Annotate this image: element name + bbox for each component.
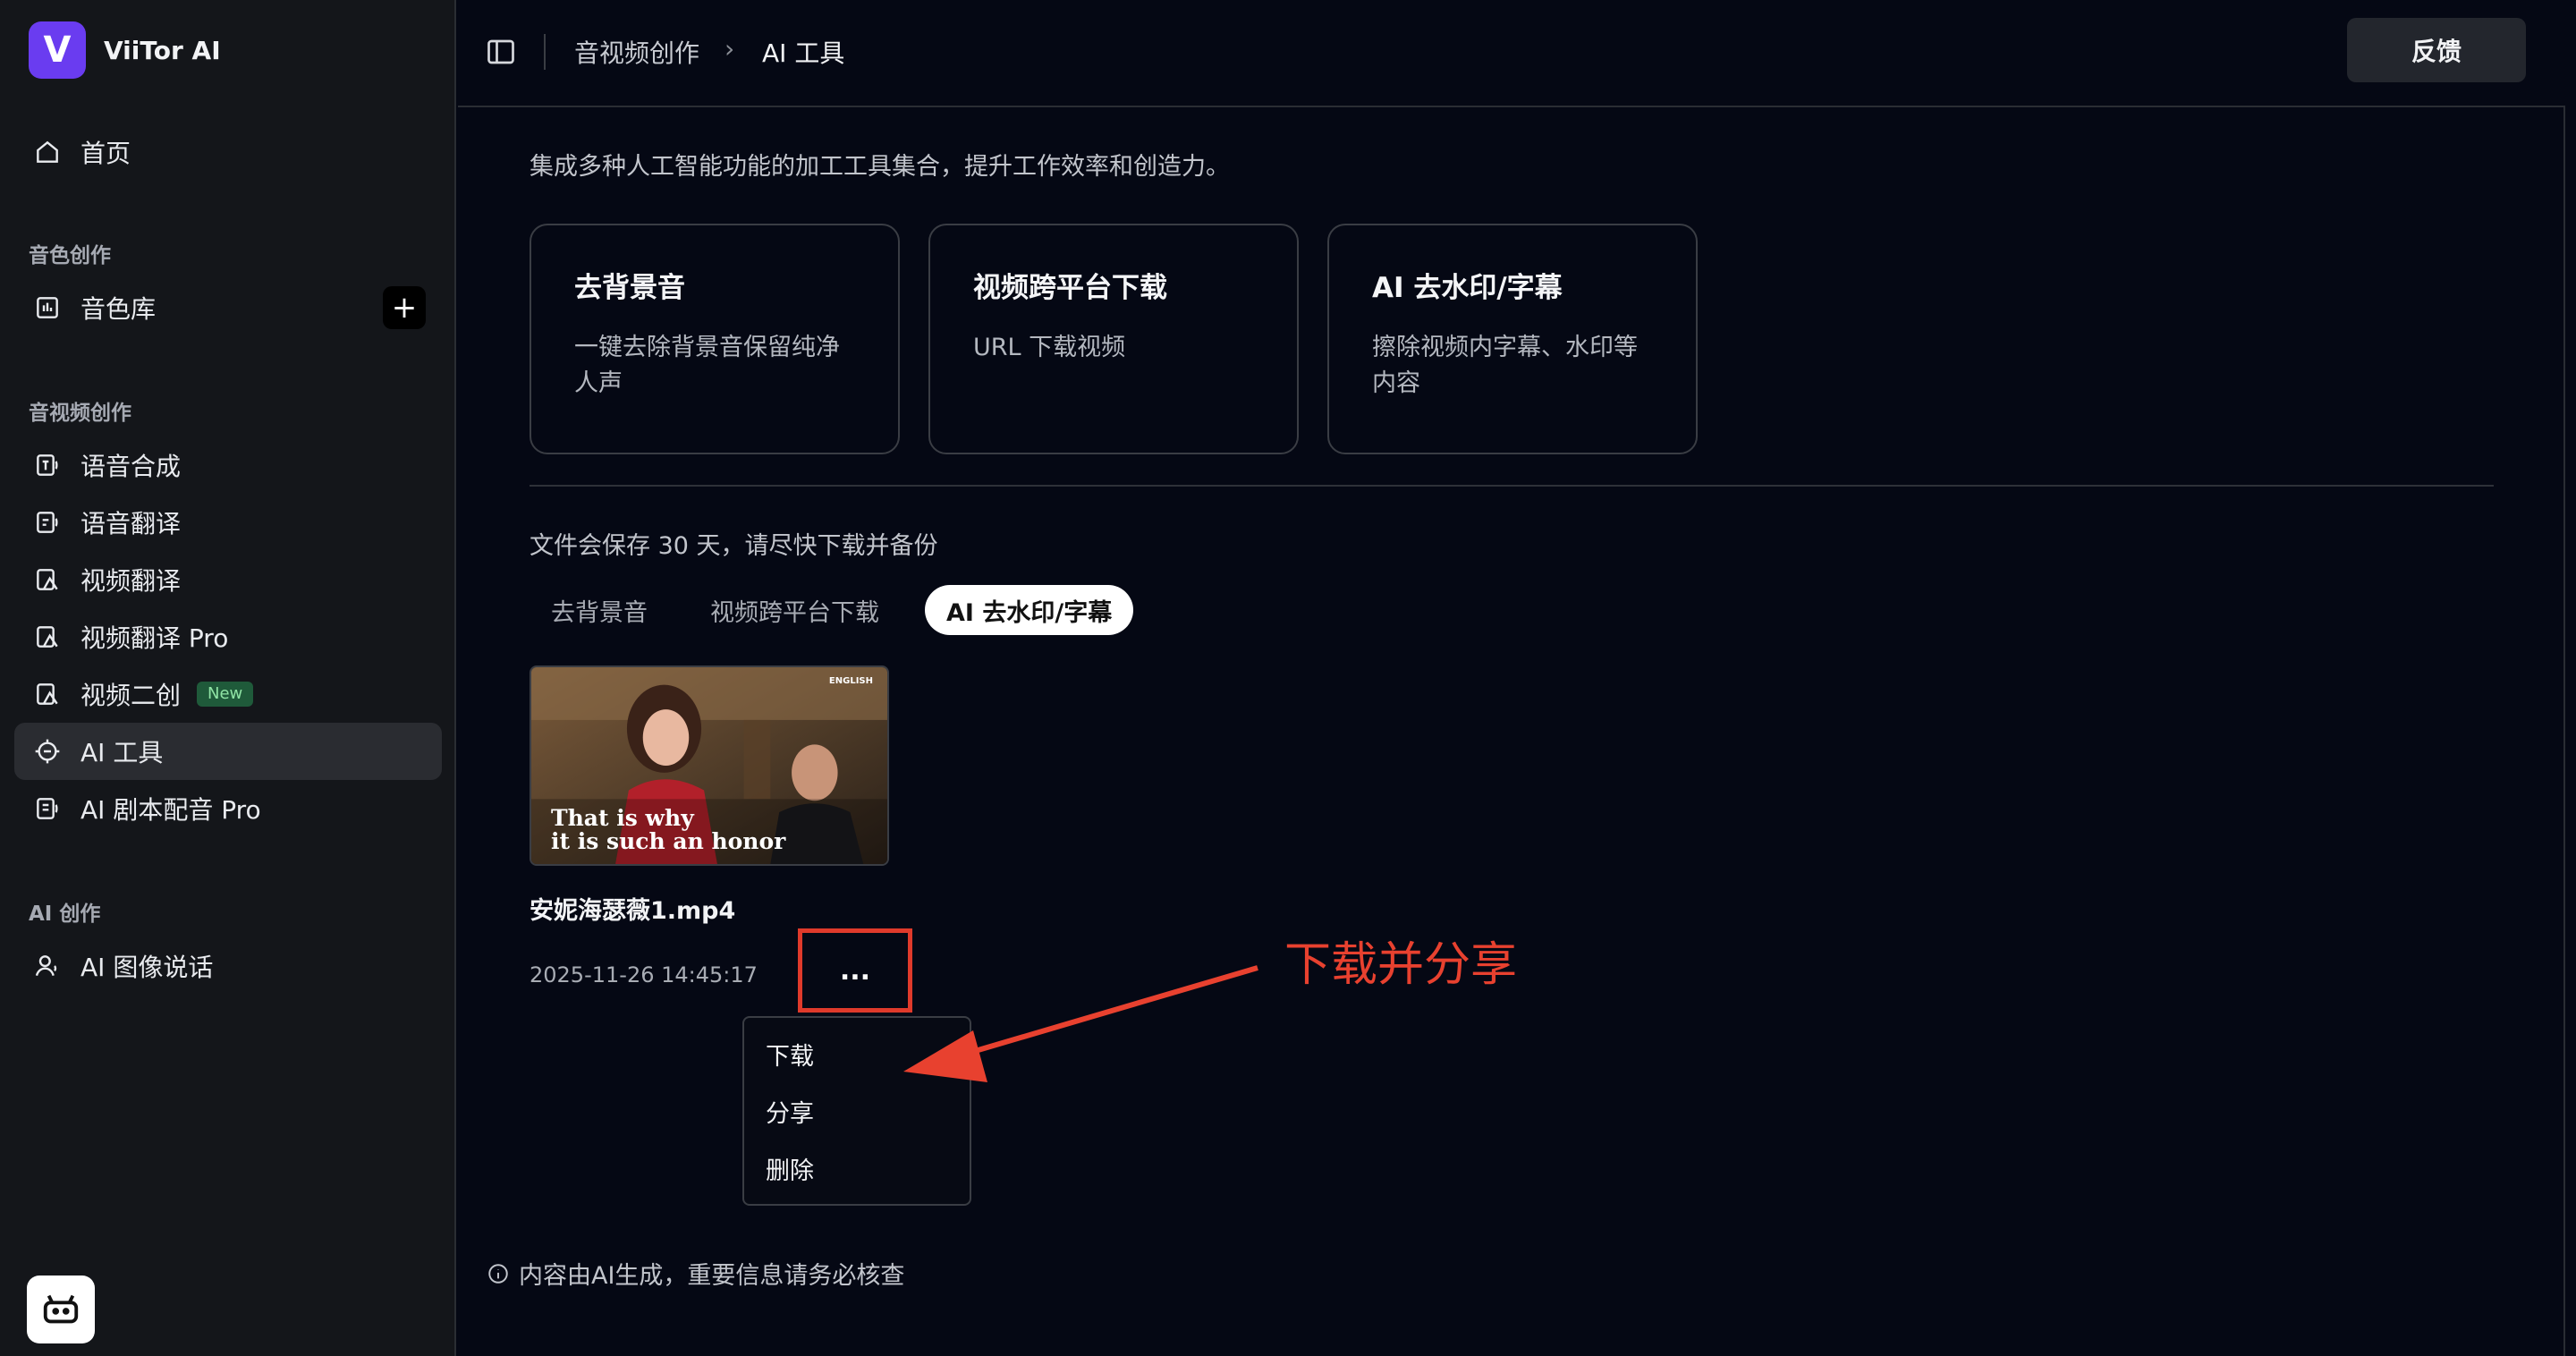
- scrollbar[interactable]: [2563, 107, 2576, 1356]
- breadcrumb-current: AI 工具: [762, 38, 845, 68]
- tool-title: 去背景音: [574, 272, 685, 304]
- speech-translate-icon: [32, 507, 63, 538]
- tab-remove-watermark[interactable]: AI 去水印/字幕: [925, 585, 1134, 635]
- page-intro: 集成多种人工智能功能的加工工具集合，提升工作效率和创造力。: [530, 153, 1230, 181]
- sidebar-item-ai-script-dubbing[interactable]: AI 剧本配音 Pro: [14, 780, 442, 837]
- tab-video-download[interactable]: 视频跨平台下载: [710, 585, 879, 635]
- ellipsis-icon: ...: [839, 954, 871, 987]
- section-label-av: 音视频创作: [29, 402, 131, 425]
- brand[interactable]: V ViiTor AI: [29, 21, 221, 79]
- sidebar-item-home[interactable]: 首页: [14, 123, 442, 181]
- tts-icon: [32, 450, 63, 480]
- tool-desc: URL 下载视频: [973, 334, 1126, 361]
- robot-icon: [43, 1294, 79, 1324]
- new-badge: New: [197, 682, 254, 707]
- sidebar-item-video-remix[interactable]: 视频二创 New: [14, 665, 442, 723]
- section-label-ai: AI 创作: [29, 903, 101, 926]
- thumbnail-caption: That is why it is such an honor: [551, 807, 785, 853]
- tool-card-remove-watermark[interactable]: AI 去水印/字幕 擦除视频内字幕、水印等内容: [1327, 224, 1698, 454]
- chevron-right-icon: ›: [724, 34, 735, 64]
- sidebar-item-ai-tools[interactable]: AI 工具: [14, 723, 442, 780]
- sidebar: V ViiTor AI 首页 音色创作 音色库 + 音视频创作 语音合成 语音翻…: [0, 0, 456, 1356]
- annotation-arrow-icon: [903, 965, 1258, 1082]
- annotation-label: 下载并分享: [1284, 938, 1518, 992]
- video-translate-icon: [32, 564, 63, 595]
- sidebar-item-speech-translate[interactable]: 语音翻译: [14, 494, 442, 551]
- ai-disclaimer: 内容由AI生成，重要信息请务必核查: [487, 1256, 904, 1291]
- brand-name: ViiTor AI: [104, 35, 221, 65]
- sidebar-item-label: AI 图像说话: [80, 953, 214, 982]
- sidebar-item-label: 视频翻译: [80, 566, 182, 596]
- tool-title: AI 去水印/字幕: [1372, 272, 1563, 304]
- section-label-voice: 音色创作: [29, 244, 111, 267]
- voice-library-icon: [32, 292, 63, 323]
- sidebar-item-video-translate[interactable]: 视频翻译: [14, 551, 442, 608]
- info-icon: [488, 1263, 508, 1284]
- sidebar-item-label: 视频翻译 Pro: [80, 623, 229, 653]
- video-thumbnail[interactable]: ENGLISH That is why it is such an honor: [530, 665, 889, 866]
- sidebar-item-tts[interactable]: 语音合成: [14, 436, 442, 494]
- assistant-bot-button[interactable]: [27, 1275, 95, 1343]
- sidebar-item-label: 语音翻译: [80, 509, 182, 538]
- sidebar-item-ai-image-talk[interactable]: AI 图像说话: [14, 937, 442, 995]
- breadcrumb-parent[interactable]: 音视频创作: [574, 34, 699, 70]
- sidebar-item-label: 语音合成: [80, 452, 182, 481]
- sidebar-item-label: 音色库: [80, 294, 157, 324]
- brand-logo: V: [29, 21, 86, 79]
- tool-card-remove-bgm[interactable]: 去背景音 一键去除背景音保留纯净人声: [530, 224, 900, 454]
- ai-tools-icon: [32, 736, 63, 767]
- add-voice-button[interactable]: +: [383, 286, 426, 329]
- tool-card-video-download[interactable]: 视频跨平台下载 URL 下载视频: [928, 224, 1299, 454]
- sidebar-item-video-translate-pro[interactable]: 视频翻译 Pro: [14, 608, 442, 665]
- feedback-button[interactable]: 反馈: [2347, 18, 2526, 82]
- file-date: 2025-11-26 14:45:17: [530, 962, 758, 987]
- caption-line: it is such an honor: [551, 828, 786, 854]
- top-bar: 音视频创作 › AI 工具 反馈: [458, 0, 2565, 107]
- ai-image-talk-icon: [32, 951, 63, 981]
- tool-title: 视频跨平台下载: [973, 272, 1167, 304]
- disclaimer-text: 内容由AI生成，重要信息请务必核查: [519, 1262, 905, 1290]
- video-remix-icon: [32, 679, 63, 709]
- sidebar-item-label: 首页: [80, 139, 131, 168]
- home-icon: [32, 137, 63, 167]
- file-name: 安妮海瑟薇1.mp4: [530, 897, 736, 925]
- caption-line: That is why: [551, 805, 694, 831]
- script-dubbing-icon: [32, 793, 63, 824]
- sidebar-item-voice-library[interactable]: 音色库 +: [14, 279, 442, 336]
- sidebar-item-label: AI 工具: [80, 738, 164, 767]
- tool-desc: 擦除视频内字幕、水印等内容: [1372, 334, 1638, 397]
- divider: [544, 34, 546, 70]
- plus-icon: +: [391, 290, 418, 326]
- divider: [530, 485, 2494, 487]
- video-translate-pro-icon: [32, 622, 63, 652]
- tab-remove-bgm[interactable]: 去背景音: [551, 585, 648, 635]
- sidebar-item-label: AI 剧本配音 Pro: [80, 795, 261, 825]
- sidebar-item-label: 视频二创: [80, 681, 182, 710]
- save-note: 文件会保存 30 天，请尽快下载并备份: [530, 532, 938, 560]
- thumbnail-tag: ENGLISH: [828, 676, 873, 686]
- tool-desc: 一键去除背景音保留纯净人声: [574, 334, 840, 397]
- sidebar-toggle-icon[interactable]: [485, 36, 517, 68]
- menu-item-delete[interactable]: 删除: [744, 1140, 970, 1197]
